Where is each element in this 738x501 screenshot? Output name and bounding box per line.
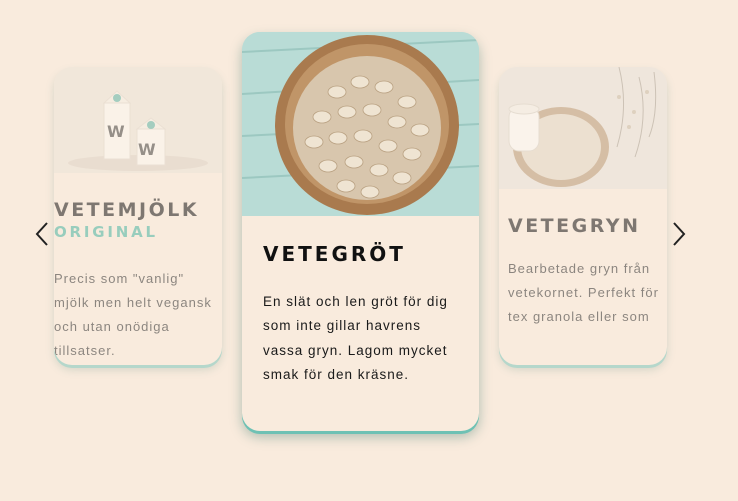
wheat-flakes-bowl-image — [242, 32, 479, 216]
card-description: En slät och len gröt för dig som inte gi… — [263, 294, 448, 382]
chevron-left-icon — [35, 222, 48, 246]
svg-text:W: W — [107, 122, 125, 141]
carousel-next-button[interactable] — [668, 218, 690, 250]
product-card-vetemjolk[interactable]: W W VETEMJÖLK ORIGINAL Precis som "vanli… — [54, 67, 222, 365]
carousel-prev-button[interactable] — [31, 218, 53, 250]
card-description: Bearbetade gryn från vetekornet. Perfekt… — [508, 261, 659, 324]
card-title: VETEMJÖLK — [54, 199, 200, 221]
chevron-right-icon — [673, 222, 686, 246]
milk-cartons-image: W W — [54, 67, 222, 173]
card-subtitle: ORIGINAL — [54, 223, 158, 241]
product-card-vetegryn[interactable]: VETEGRYN Bearbetade gryn från vetekornet… — [499, 67, 667, 365]
svg-text:W: W — [138, 140, 156, 159]
card-title: VETEGRÖT — [263, 242, 406, 266]
card-title: VETEGRYN — [508, 215, 641, 237]
card-description: Precis som "vanlig" mjölk men helt vegan… — [54, 271, 212, 358]
milk-jug-and-grains-image — [499, 67, 667, 189]
product-card-vetegrot[interactable]: VETEGRÖT En slät och len gröt för dig so… — [242, 32, 479, 431]
